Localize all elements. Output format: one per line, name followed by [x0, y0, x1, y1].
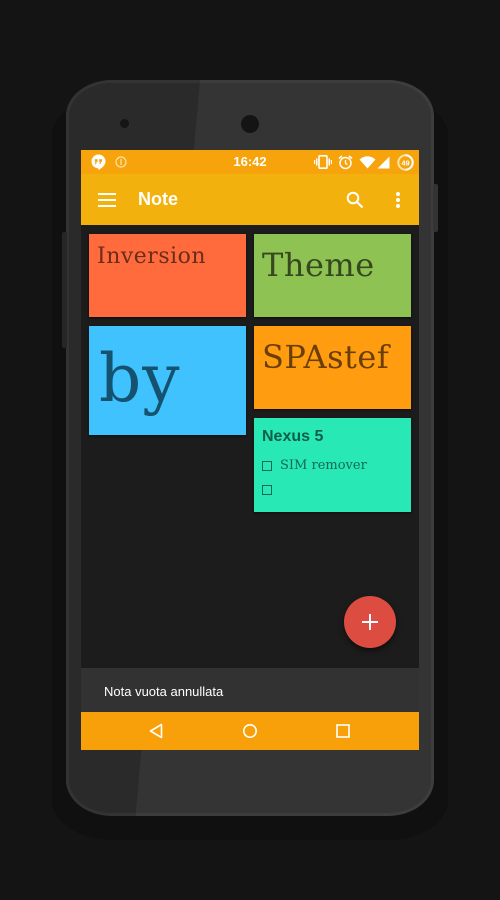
- volume-button: [62, 232, 67, 348]
- note-title: Nexus 5: [262, 428, 324, 445]
- note-text: by: [99, 340, 181, 417]
- page-title: Note: [138, 189, 178, 209]
- vibrate-icon: [314, 153, 332, 171]
- battery-icon: 49: [396, 153, 414, 171]
- note-text: Theme: [262, 246, 375, 284]
- home-icon[interactable]: [238, 719, 262, 743]
- more-vert-icon[interactable]: [385, 187, 411, 213]
- note-text: Inversion: [97, 244, 207, 269]
- search-icon[interactable]: [342, 187, 368, 213]
- front-camera: [241, 115, 259, 133]
- proximity-sensor: [120, 119, 129, 128]
- battery-level: 49: [401, 158, 409, 167]
- plus-icon: [362, 614, 378, 630]
- note-card-by[interactable]: by: [89, 326, 246, 435]
- navigation-bar: [81, 712, 419, 750]
- note-card-nexus5[interactable]: Nexus 5 SIM remover: [254, 418, 411, 512]
- status-bar: 16:42 49: [81, 150, 419, 174]
- snackbar-message: Nota vuota annullata: [104, 684, 224, 699]
- back-icon[interactable]: [144, 719, 168, 743]
- note-card-spastef[interactable]: SPAstef: [254, 326, 411, 409]
- screen: 16:42 49 Note Inversion Theme by SPAstef…: [81, 150, 419, 750]
- add-note-button[interactable]: [344, 596, 396, 648]
- app-bar: Note: [81, 174, 419, 225]
- alarm-icon: [337, 153, 353, 171]
- note-card-inversion[interactable]: Inversion: [89, 234, 246, 317]
- wifi-icon: [358, 153, 376, 171]
- signal-icon: [376, 153, 390, 171]
- checklist-item: [262, 485, 280, 495]
- checkbox[interactable]: [262, 485, 272, 495]
- power-button: [433, 184, 438, 232]
- checkbox[interactable]: [262, 460, 272, 471]
- snackbar: Nota vuota annullata: [81, 668, 419, 712]
- note-card-theme[interactable]: Theme: [254, 234, 411, 317]
- checklist-item: SIM remover: [262, 458, 367, 473]
- note-text: SPAstef: [262, 338, 390, 376]
- checklist-label: SIM remover: [280, 458, 367, 473]
- hamburger-menu-icon[interactable]: [94, 187, 120, 213]
- recents-icon[interactable]: [331, 719, 355, 743]
